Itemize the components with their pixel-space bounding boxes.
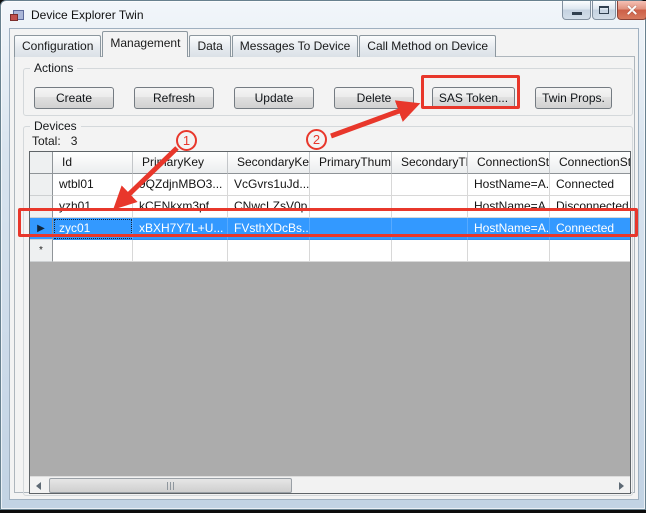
title-bar: Device Explorer Twin	[1, 1, 645, 28]
devices-grid: Id PrimaryKey SecondaryKey PrimaryThumbp…	[29, 151, 631, 494]
grid-cell[interactable]: CNwcLZsV0p...	[228, 196, 310, 218]
grid-cell[interactable]: kCENkxm3pf...	[133, 196, 228, 218]
grid-cell[interactable]: Disconnected	[550, 196, 630, 218]
close-icon	[626, 4, 638, 16]
column-header-secondarykey[interactable]: SecondaryKey	[228, 152, 310, 174]
total-value: 3	[71, 134, 78, 148]
row-header-current-arrow[interactable]: ▶	[30, 218, 53, 240]
scroll-right-icon	[619, 482, 624, 490]
grid-cell[interactable]: Connected	[550, 218, 630, 240]
app-icon	[9, 7, 25, 23]
grid-cell[interactable]	[53, 240, 133, 262]
column-header-id[interactable]: Id	[53, 152, 133, 174]
grid-cell[interactable]	[310, 218, 392, 240]
window-title: Device Explorer Twin	[31, 8, 144, 22]
column-header-primarykey[interactable]: PrimaryKey	[133, 152, 228, 174]
minimize-button[interactable]	[562, 1, 591, 20]
create-button[interactable]: Create	[34, 87, 114, 109]
table-new-row[interactable]: *	[30, 240, 630, 262]
grid-cell[interactable]	[133, 240, 228, 262]
grid-cell[interactable]: 9QZdjnMBO3...	[133, 174, 228, 196]
grid-corner-cell[interactable]	[30, 152, 53, 174]
row-header[interactable]	[30, 174, 53, 196]
grid-cell[interactable]: HostName=A...	[468, 218, 550, 240]
devices-groupbox: Devices Total:3 Id PrimaryKey SecondaryK…	[23, 126, 633, 496]
scroll-left-icon	[36, 482, 41, 490]
table-row-yzh01[interactable]: yzh01 kCENkxm3pf... CNwcLZsV0p... HostNa…	[30, 196, 630, 218]
tab-messages-to-device[interactable]: Messages To Device	[232, 35, 359, 57]
row-header[interactable]	[30, 196, 53, 218]
scroll-right-button[interactable]	[613, 477, 630, 494]
total-label: Total:	[32, 134, 61, 148]
grid-cell[interactable]	[228, 240, 310, 262]
maximize-button[interactable]	[592, 1, 616, 20]
app-window: Device Explorer Twin Configuration Manag…	[0, 0, 646, 510]
total-row: Total: 3	[32, 134, 77, 148]
grid-cell[interactable]	[468, 240, 550, 262]
grid-cell[interactable]	[310, 174, 392, 196]
table-row-wtbl01[interactable]: wtbl01 9QZdjnMBO3... VcGvrs1uJd... HostN…	[30, 174, 630, 196]
grid-cell[interactable]	[310, 196, 392, 218]
tab-configuration[interactable]: Configuration	[14, 35, 101, 57]
grid-cell[interactable]: VcGvrs1uJd...	[228, 174, 310, 196]
column-header-connectionstate[interactable]: ConnectionState	[550, 152, 630, 174]
client-area: Configuration Management Data Messages T…	[9, 28, 639, 500]
grid-empty-area	[30, 262, 630, 476]
app-icon-front-square	[10, 14, 18, 21]
minimize-icon	[572, 12, 582, 15]
new-row-header-asterisk[interactable]: *	[30, 240, 53, 262]
grid-cell[interactable]	[392, 218, 468, 240]
grid-cell[interactable]	[550, 240, 630, 262]
scrollbar-thumb[interactable]	[49, 478, 292, 493]
grid-cell[interactable]	[310, 240, 392, 262]
sas-token-button[interactable]: SAS Token...	[432, 87, 515, 109]
refresh-button[interactable]: Refresh	[134, 87, 214, 109]
table-row-zyc01-selected[interactable]: ▶ zyc01 xBXH7Y7L+U... FVsthXDcBs... Host…	[30, 218, 630, 240]
management-tab-panel: Actions Create Refresh Update Delete SAS…	[14, 56, 635, 493]
column-header-secondarythumbprint[interactable]: SecondaryThumbprint	[392, 152, 468, 174]
grid-cell[interactable]: HostName=A...	[468, 174, 550, 196]
tab-strip: Configuration Management Data Messages T…	[14, 34, 497, 57]
tab-management[interactable]: Management	[102, 31, 188, 57]
grid-cell[interactable]: Connected	[550, 174, 630, 196]
delete-button[interactable]: Delete	[334, 87, 414, 109]
scrollbar-grip-icon	[167, 482, 175, 490]
horizontal-scrollbar[interactable]	[30, 476, 630, 493]
twin-props-button[interactable]: Twin Props.	[535, 87, 612, 109]
grid-cell[interactable]	[392, 174, 468, 196]
update-button[interactable]: Update	[234, 87, 314, 109]
tab-data[interactable]: Data	[189, 35, 230, 57]
grid-header-row: Id PrimaryKey SecondaryKey PrimaryThumbp…	[30, 152, 630, 174]
devices-groupbox-label: Devices	[30, 119, 81, 133]
column-header-primarythumbprint[interactable]: PrimaryThumbprint	[310, 152, 392, 174]
close-button[interactable]	[617, 1, 646, 20]
maximize-icon	[599, 6, 609, 14]
grid-cell[interactable]: HostName=A...	[468, 196, 550, 218]
grid-cell[interactable]: FVsthXDcBs...	[228, 218, 310, 240]
actions-groupbox-label: Actions	[30, 61, 77, 75]
grid-cell[interactable]	[392, 196, 468, 218]
grid-cell[interactable]: zyc01	[53, 218, 133, 240]
tab-call-method-on-device[interactable]: Call Method on Device	[359, 35, 496, 57]
grid-cell[interactable]: wtbl01	[53, 174, 133, 196]
scroll-left-button[interactable]	[30, 477, 47, 494]
grid-cell[interactable]: yzh01	[53, 196, 133, 218]
grid-cell[interactable]	[392, 240, 468, 262]
column-header-connectionstring[interactable]: ConnectionString	[468, 152, 550, 174]
window-controls	[561, 1, 646, 20]
actions-groupbox: Actions Create Refresh Update Delete SAS…	[23, 68, 633, 116]
grid-cell[interactable]: xBXH7Y7L+U...	[133, 218, 228, 240]
